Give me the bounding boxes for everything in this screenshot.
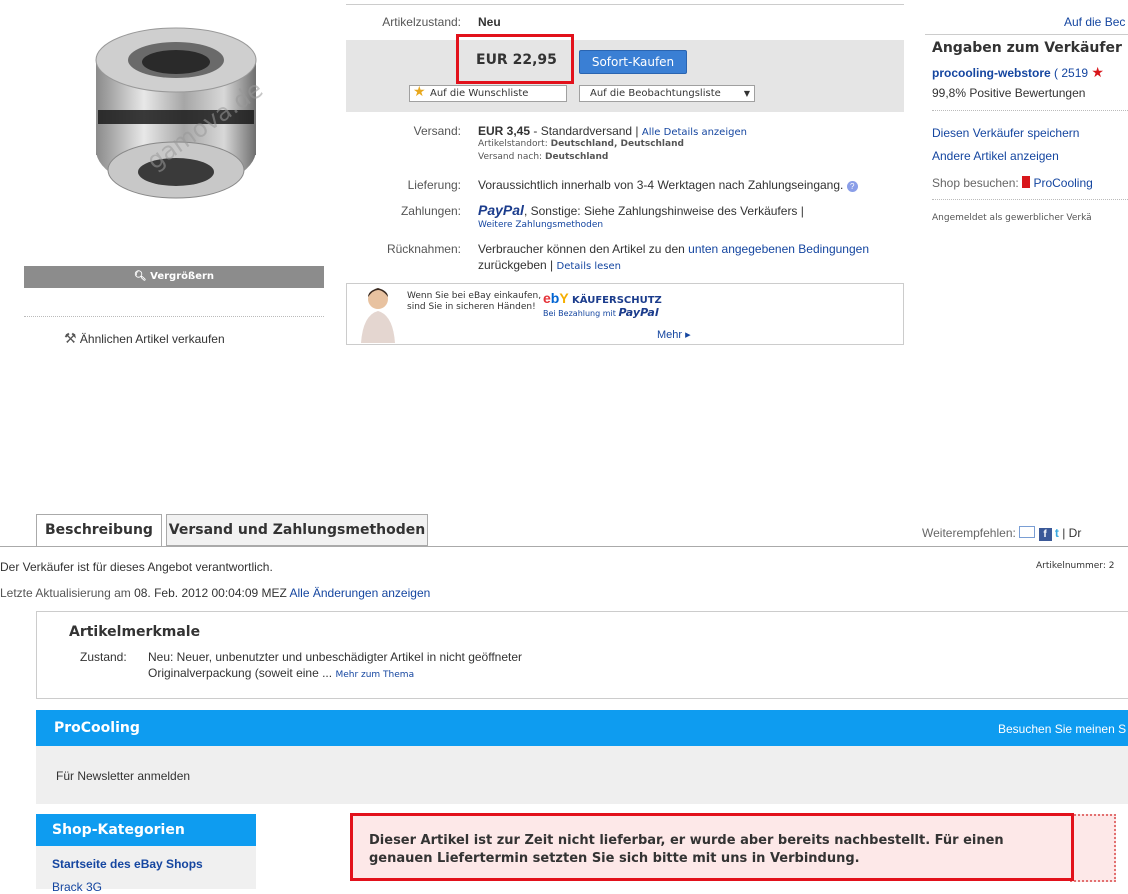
zoom-button[interactable]: 🔍︎ Vergrößern: [24, 266, 324, 288]
product-image[interactable]: gamova.de: [24, 0, 324, 266]
visit-store-link[interactable]: Besuchen Sie meinen S: [998, 722, 1126, 736]
delivery-label: Lieferung:: [407, 178, 461, 192]
shop-label: Shop besuchen:: [932, 176, 1019, 190]
other-items-link[interactable]: Andere Artikel anzeigen: [932, 149, 1059, 163]
gavel-icon: ⚒: [64, 330, 77, 346]
protect-paypal-logo: PayPal: [618, 306, 659, 319]
fitting-image: gamova.de: [95, 27, 268, 199]
features-condition-line2: Originalverpackung (soweit eine ...: [148, 666, 333, 680]
tab-baseline: [0, 546, 1128, 547]
more-payment-link[interactable]: Weitere Zahlungsmethoden: [478, 220, 603, 230]
magnifier-icon: 🔍︎: [133, 271, 147, 282]
delivery-value: Voraussichtlich innerhalb von 3-4 Werkta…: [478, 178, 844, 192]
shop-categories-title: Shop-Kategorien: [36, 814, 256, 846]
changes-link[interactable]: Alle Änderungen anzeigen: [290, 586, 431, 600]
tab-shipping-payment[interactable]: Versand und Zahlungsmethoden: [166, 514, 428, 546]
price: EUR 22,95: [476, 52, 557, 68]
paypal-logo: PayPal: [478, 202, 524, 218]
category-item[interactable]: Brack 3G: [52, 880, 102, 894]
seller-title: Angaben zum Verkäufer: [932, 40, 1122, 56]
print-link[interactable]: | Dr: [1062, 526, 1081, 540]
notice-line1: Dieser Artikel ist zur Zeit nicht liefer…: [369, 833, 1004, 848]
shipping-cost: EUR 3,45: [478, 124, 531, 138]
seller-divider: [932, 110, 1128, 111]
shop-link[interactable]: ProCooling: [1033, 176, 1092, 190]
features-title: Artikelmerkmale: [69, 624, 201, 640]
returns-label: Rücknahmen:: [386, 242, 461, 256]
store-header-bar: [36, 710, 1128, 746]
notice-line2: genauen Liefertermin setzten Sie sich bi…: [369, 851, 860, 866]
help-icon[interactable]: ?: [846, 181, 858, 192]
location-value: Deutschland, Deutschland: [550, 139, 684, 149]
protect-more-link[interactable]: Mehr ▸: [657, 328, 691, 341]
returns-conditions-link[interactable]: unten angegebenen Bedingungen: [688, 242, 869, 256]
zoom-label: Vergrößern: [150, 271, 215, 282]
wishlist-button[interactable]: ★ Auf die Wunschliste: [409, 85, 567, 102]
sell-similar-link[interactable]: ⚒ Ähnlichen Artikel verkaufen: [64, 330, 225, 347]
seller-star-icon: ★: [1091, 64, 1104, 80]
features-more-link[interactable]: Mehr zum Thema: [335, 670, 414, 680]
availability-notice: Dieser Artikel ist zur Zeit nicht liefer…: [350, 813, 1074, 881]
features-condition-label: Zustand:: [80, 650, 127, 664]
newsletter-bar: [36, 746, 1128, 804]
item-number: Artikelnummer: 2: [1036, 561, 1115, 571]
protect-line1: Wenn Sie bei eBay einkaufen,: [407, 291, 542, 301]
divider: [24, 316, 324, 317]
payment-other: , Sonstige: Siehe Zahlungshinweise des V…: [523, 204, 804, 218]
dropdown-arrow-icon: ▼: [743, 89, 750, 98]
save-seller-link[interactable]: Diesen Verkäufer speichern: [932, 126, 1079, 140]
payment-label: Zahlungen:: [400, 204, 461, 218]
watchlist-button[interactable]: Auf die Beobachtungsliste ▼: [579, 85, 755, 102]
seller-score[interactable]: ( 2519: [1054, 66, 1088, 80]
woman-photo: [361, 288, 395, 343]
seller-positive: 99,8% Positive Bewertungen: [932, 86, 1086, 100]
newsletter-link[interactable]: Für Newsletter anmelden: [56, 769, 190, 783]
buy-now-button[interactable]: Sofort-Kaufen: [579, 50, 687, 74]
buyer-protection-banner[interactable]: Wenn Sie bei eBay einkaufen, sind Sie in…: [346, 283, 904, 345]
top-divider: [346, 4, 904, 5]
shipping-details-link[interactable]: Alle Details anzeigen: [642, 127, 747, 138]
ebay-logo: ebY: [543, 290, 569, 306]
returns-details-link[interactable]: Details lesen: [557, 261, 621, 272]
twitter-icon[interactable]: t: [1055, 526, 1059, 540]
ship-to-value: Deutschland: [544, 152, 609, 162]
shipping-type: - Standardversand: [530, 124, 633, 138]
store-name-link[interactable]: ProCooling: [54, 720, 140, 736]
seller-registered: Angemeldet als gewerblicher Verkä: [932, 213, 1092, 223]
seller-name-link[interactable]: procooling-webstore: [932, 66, 1051, 80]
notice-dotted-border: [1070, 814, 1116, 882]
shop-icon: [1022, 176, 1031, 188]
watch-top-link[interactable]: Auf die Bec: [1064, 15, 1125, 29]
protect-title: KÄUFERSCHUTZ: [572, 295, 662, 306]
store-home-link[interactable]: Startseite des eBay Shops: [52, 857, 203, 871]
shipping-label: Versand:: [413, 124, 461, 138]
protect-line2: sind Sie in sicheren Händen!: [407, 302, 536, 312]
condition-label: Artikelzustand:: [382, 15, 461, 29]
email-icon[interactable]: [1019, 526, 1036, 538]
recommend-label: Weiterempfehlen:: [922, 526, 1016, 540]
facebook-icon[interactable]: f: [1038, 528, 1052, 541]
wishlist-star-icon: ★: [413, 84, 426, 100]
seller-divider-2: [932, 199, 1128, 200]
responsibility-text: Der Verkäufer ist für dieses Angebot ver…: [0, 560, 273, 574]
condition-value: Neu: [478, 15, 501, 29]
updated-date: 08. Feb. 2012 00:04:09 MEZ: [134, 586, 287, 600]
features-condition-line1: Neu: Neuer, unbenutzter und unbeschädigt…: [148, 650, 523, 664]
tab-description[interactable]: Beschreibung: [36, 514, 162, 547]
